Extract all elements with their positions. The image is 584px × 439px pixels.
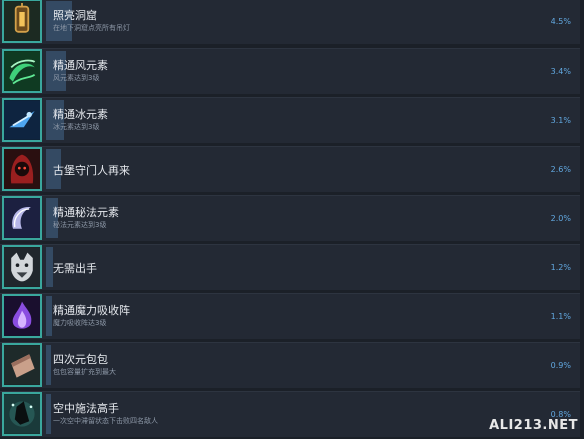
achievement-row[interactable]: 无需出手 1.2% bbox=[0, 244, 580, 290]
arcane-crescent-icon bbox=[2, 196, 42, 240]
achievement-percent: 3.1% bbox=[550, 116, 571, 125]
wind-swirl-icon bbox=[2, 49, 42, 93]
achievement-description: 包包容量扩充到最大 bbox=[53, 368, 116, 376]
achievement-description: 在地下洞窟点亮所有吊灯 bbox=[53, 24, 130, 32]
achievement-description: 冰元素达到3级 bbox=[53, 123, 100, 131]
achievement-title: 精通冰元素 bbox=[53, 108, 108, 121]
achievement-title: 空中施法高手 bbox=[53, 402, 119, 415]
achievement-percent: 1.2% bbox=[550, 263, 571, 272]
achievement-description: 一次空中滞留状态下击败四名敌人 bbox=[53, 417, 158, 425]
achievement-list: 照亮洞窟 在地下洞窟点亮所有吊灯 4.5% 精通风元素 风元素达到3级 3.4% bbox=[0, 0, 584, 439]
wolf-head-icon bbox=[2, 245, 42, 289]
completion-bar bbox=[46, 394, 51, 434]
achievement-percent: 2.6% bbox=[550, 165, 571, 174]
achievement-percent: 2.0% bbox=[550, 214, 571, 223]
achievement-description: 风元素达到3级 bbox=[53, 74, 100, 82]
completion-bar bbox=[46, 345, 51, 385]
achievement-title: 古堡守门人再来 bbox=[53, 164, 130, 177]
achievement-row[interactable]: 照亮洞窟 在地下洞窟点亮所有吊灯 4.5% bbox=[0, 0, 580, 44]
achievement-percent: 0.9% bbox=[550, 361, 571, 370]
achievement-row[interactable]: 精通风元素 风元素达到3级 3.4% bbox=[0, 48, 580, 94]
achievement-title: 四次元包包 bbox=[53, 353, 108, 366]
lantern-icon bbox=[2, 0, 42, 43]
pouch-icon bbox=[2, 343, 42, 387]
completion-bar bbox=[46, 247, 53, 287]
achievement-row[interactable]: 古堡守门人再来 2.6% bbox=[0, 146, 580, 192]
achievement-description: 魔力吸收阵达3级 bbox=[53, 319, 107, 327]
achievement-percent: 4.5% bbox=[550, 17, 571, 26]
completion-bar bbox=[46, 296, 52, 336]
achievement-row[interactable]: 精通秘法元素 秘法元素达到3级 2.0% bbox=[0, 195, 580, 241]
achievement-description: 秘法元素达到3级 bbox=[53, 221, 107, 229]
achievement-percent: 1.1% bbox=[550, 312, 571, 321]
achievement-title: 精通秘法元素 bbox=[53, 206, 119, 219]
achievement-percent: 3.4% bbox=[550, 67, 571, 76]
achievement-title: 无需出手 bbox=[53, 262, 97, 275]
witch-silhouette-icon bbox=[2, 392, 42, 436]
achievement-row[interactable]: 精通魔力吸收阵 魔力吸收阵达3级 1.1% bbox=[0, 293, 580, 339]
ice-shard-icon bbox=[2, 98, 42, 142]
purple-flame-icon bbox=[2, 294, 42, 338]
achievement-title: 精通风元素 bbox=[53, 59, 108, 72]
achievement-row[interactable]: 四次元包包 包包容量扩充到最大 0.9% bbox=[0, 342, 580, 388]
red-demon-icon bbox=[2, 147, 42, 191]
achievement-title: 照亮洞窟 bbox=[53, 9, 97, 22]
achievement-title: 精通魔力吸收阵 bbox=[53, 304, 130, 317]
site-watermark: ALI213.NET bbox=[489, 418, 578, 433]
achievement-row[interactable]: 精通冰元素 冰元素达到3级 3.1% bbox=[0, 97, 580, 143]
